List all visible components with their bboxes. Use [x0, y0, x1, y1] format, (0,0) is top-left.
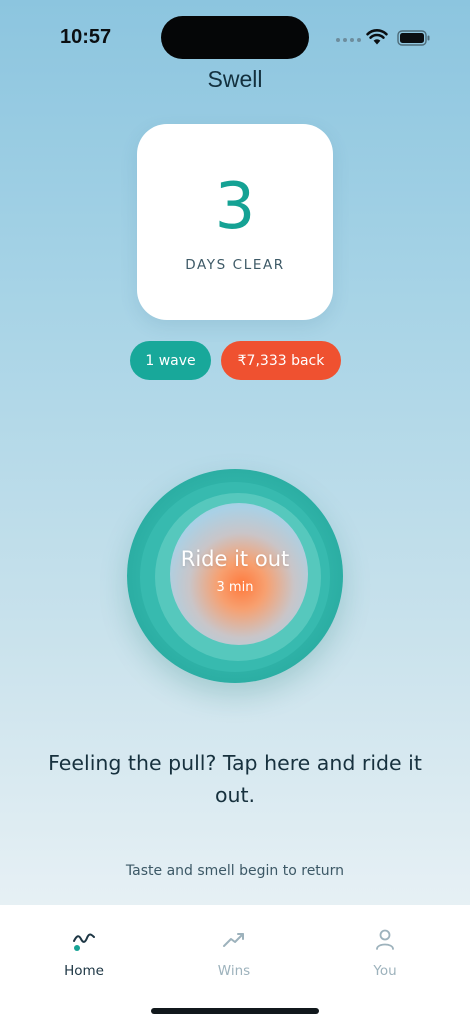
- tab-label-home: Home: [64, 963, 104, 979]
- tab-label-you: You: [373, 963, 397, 979]
- tab-wins[interactable]: Wins: [179, 905, 289, 985]
- streak-count: 3: [214, 170, 256, 244]
- status-bar: 10:57: [0, 0, 470, 70]
- home-indicator: [151, 1008, 319, 1014]
- app-title: Swell: [207, 66, 263, 92]
- status-time: 10:57: [60, 26, 112, 48]
- person-icon: [376, 929, 394, 950]
- trend-up-icon: [223, 933, 244, 947]
- savings-chip[interactable]: ₹7,333 back: [221, 341, 341, 380]
- active-tab-dot: [74, 945, 80, 951]
- waves-chip[interactable]: 1 wave: [130, 341, 211, 380]
- ride-button-title: Ride it out: [180, 547, 290, 571]
- ride-button-core: [170, 503, 308, 645]
- dynamic-island: [161, 16, 309, 59]
- streak-label: DAYS CLEAR: [185, 257, 285, 273]
- cellular-signal-icon: [336, 38, 361, 42]
- wifi-icon: [366, 29, 388, 45]
- ride-prompt: Feeling the pull? Tap here and ride it o…: [48, 751, 422, 807]
- tab-label-wins: Wins: [217, 963, 251, 979]
- milestone-text: Taste and smell begin to return: [125, 863, 345, 879]
- ride-button-duration: 3 min: [216, 580, 254, 595]
- battery-icon: [397, 30, 430, 46]
- tab-you[interactable]: You: [330, 905, 440, 985]
- tab-home[interactable]: Home: [29, 905, 139, 985]
